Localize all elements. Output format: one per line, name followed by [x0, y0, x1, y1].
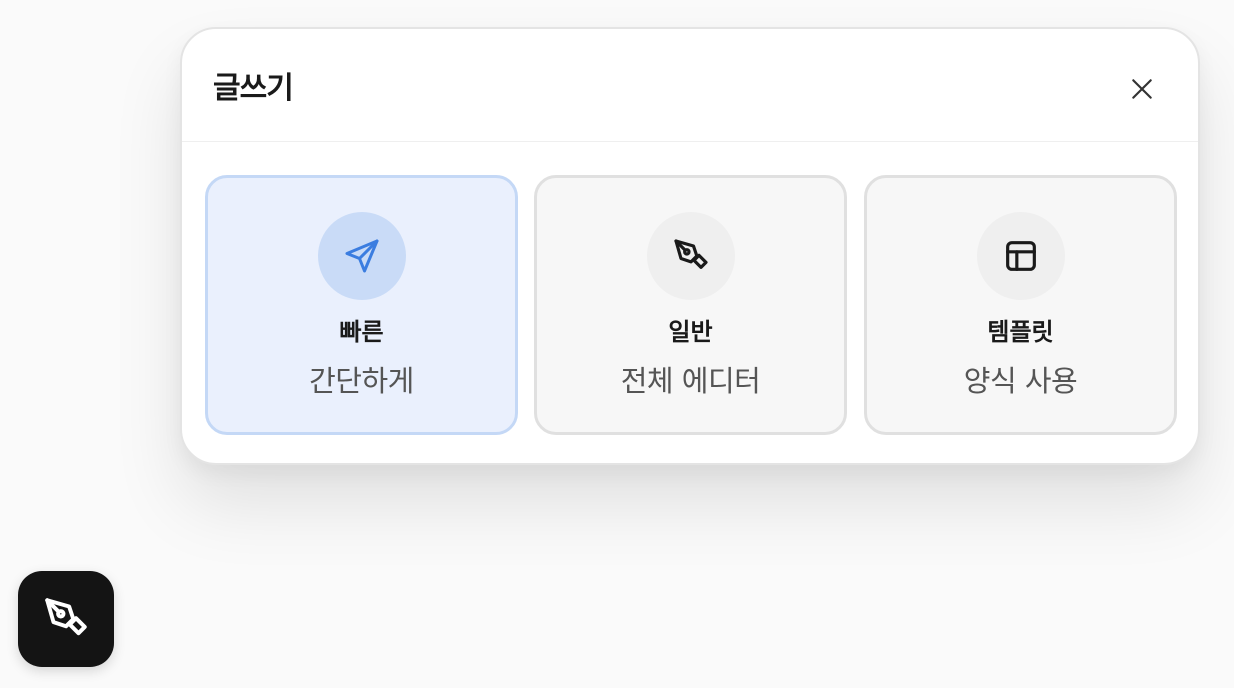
close-button[interactable] — [1120, 67, 1164, 111]
send-icon — [345, 239, 379, 273]
option-quick-label: 빠른 — [339, 318, 384, 346]
option-quick-icon-circle — [318, 212, 406, 300]
compose-fab-button[interactable] — [18, 571, 114, 667]
compose-dialog: 글쓰기 빠른 간단하게 일반 전체 에디터 템플릿 양식 사용 — [180, 27, 1200, 465]
option-quick-description: 간단하게 — [309, 364, 414, 398]
layout-icon — [1006, 241, 1036, 271]
option-quick[interactable]: 빠른 간단하게 — [205, 175, 518, 435]
option-normal-description: 전체 에디터 — [620, 364, 761, 398]
option-template-description: 양식 사용 — [963, 364, 1078, 398]
option-template[interactable]: 템플릿 양식 사용 — [864, 175, 1177, 435]
pen-icon — [45, 598, 87, 636]
option-normal-label: 일반 — [668, 318, 713, 346]
compose-options: 빠른 간단하게 일반 전체 에디터 템플릿 양식 사용 — [205, 175, 1179, 437]
option-normal-icon-circle — [647, 212, 735, 300]
option-template-label: 템플릿 — [987, 318, 1054, 346]
pen-icon — [674, 239, 708, 269]
option-normal[interactable]: 일반 전체 에디터 — [534, 175, 847, 435]
option-template-icon-circle — [977, 212, 1065, 300]
dialog-header: 글쓰기 — [182, 29, 1198, 142]
page: 글쓰기 빠른 간단하게 일반 전체 에디터 템플릿 양식 사용 — [0, 0, 1234, 688]
dialog-title: 글쓰기 — [213, 71, 294, 106]
close-icon — [1132, 79, 1152, 99]
